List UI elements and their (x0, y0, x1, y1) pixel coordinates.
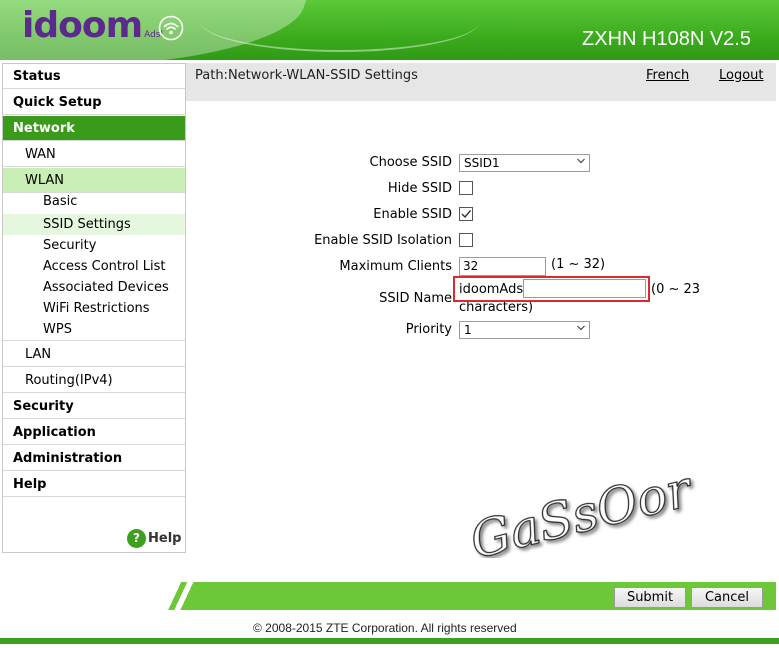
watermark-text: GaSsOor (464, 459, 698, 558)
maximum-clients-hint: (1 ~ 32) (551, 257, 606, 272)
sidebar-item-wifi-restrictions[interactable]: WiFi Restrictions (3, 298, 185, 319)
sidebar-item-application[interactable]: Application (3, 420, 185, 445)
sidebar-item-status[interactable]: Status (3, 64, 185, 89)
sidebar-item-routing-ipv4[interactable]: Routing(IPv4) (3, 368, 185, 393)
highlight-box (453, 276, 650, 302)
device-model: ZXHN H108N V2.5 (582, 28, 751, 50)
ssid-name-hint: (0 ~ 23 (651, 282, 701, 297)
choose-ssid-value: SSID1 (464, 156, 500, 170)
sidebar-item-network[interactable]: Network (3, 116, 185, 141)
footer-stripes (158, 582, 206, 610)
ssid-isolation-checkbox[interactable] (459, 233, 473, 247)
sidebar-item-access-control-list[interactable]: Access Control List (3, 256, 185, 277)
brand-logo: idoom Adsl (22, 5, 163, 46)
chevron-down-icon (577, 325, 585, 331)
help-icon: ? (127, 529, 146, 548)
sidebar-item-security[interactable]: Security (3, 394, 185, 419)
enable-ssid-label: Enable SSID (373, 207, 452, 222)
sidebar-item-wlan[interactable]: WLAN (3, 168, 185, 193)
checkmark-icon (461, 210, 472, 219)
sidebar-item-wlan-security[interactable]: Security (3, 235, 185, 256)
ssid-name-hint-cont: characters) (459, 300, 534, 315)
sidebar-item-ssid-settings[interactable]: SSID Settings (3, 214, 185, 235)
sidebar-item-administration[interactable]: Administration (3, 446, 185, 471)
help-link-label: Help (148, 531, 182, 546)
choose-ssid-select[interactable]: SSID1 (459, 154, 590, 172)
choose-ssid-label: Choose SSID (369, 155, 452, 170)
sidebar: Status Quick Setup Network WAN WLAN Basi… (2, 63, 186, 553)
priority-value: 1 (464, 323, 472, 337)
ssid-isolation-label: Enable SSID Isolation (314, 233, 452, 248)
sidebar-item-wps[interactable]: WPS (3, 319, 185, 341)
priority-label: Priority (405, 322, 452, 337)
header-banner: idoom Adsl ZXHN H108N V2.5 (0, 0, 779, 60)
sidebar-item-wan[interactable]: WAN (3, 142, 185, 167)
watermark: GaSsOor (464, 458, 698, 558)
sidebar-item-help[interactable]: Help (3, 472, 185, 497)
hide-ssid-checkbox[interactable] (459, 181, 473, 195)
ssid-name-label: SSID Name (379, 291, 452, 306)
language-french-link[interactable]: French (646, 68, 689, 83)
sidebar-item-quick-setup[interactable]: Quick Setup (3, 90, 185, 115)
priority-select[interactable]: 1 (459, 321, 590, 339)
copyright-text: © 2008-2015 ZTE Corporation. All rights … (253, 621, 517, 635)
wifi-icon (158, 15, 184, 41)
hide-ssid-label: Hide SSID (387, 181, 452, 196)
sidebar-item-associated-devices[interactable]: Associated Devices (3, 277, 185, 298)
maximum-clients-input[interactable]: 32 (459, 257, 546, 276)
path-bar: Path:Network-WLAN-SSID Settings French L… (186, 63, 776, 101)
bottom-line (0, 638, 779, 644)
sidebar-item-lan[interactable]: LAN (3, 342, 185, 367)
breadcrumb: Path:Network-WLAN-SSID Settings (195, 68, 418, 83)
maximum-clients-label: Maximum Clients (339, 259, 452, 274)
enable-ssid-checkbox[interactable] (459, 207, 473, 221)
submit-button[interactable]: Submit (614, 587, 686, 608)
cancel-button[interactable]: Cancel (691, 587, 763, 608)
sidebar-item-basic[interactable]: Basic (3, 191, 185, 212)
help-link[interactable]: ? Help (127, 529, 181, 548)
logout-link[interactable]: Logout (719, 68, 764, 83)
chevron-down-icon (577, 158, 585, 164)
